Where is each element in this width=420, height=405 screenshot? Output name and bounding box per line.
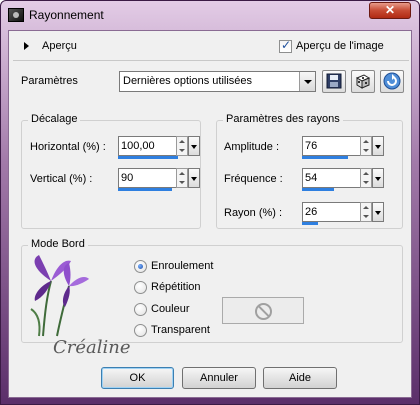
- radio-label-transparent[interactable]: Transparent: [151, 324, 210, 336]
- amplitude-spinner[interactable]: 76: [302, 136, 392, 160]
- amplitude-updown-arrows[interactable]: [360, 136, 372, 156]
- horizontal-input[interactable]: 100,00: [118, 136, 176, 156]
- divider: [13, 60, 409, 61]
- amplitude-input[interactable]: 76: [302, 136, 360, 156]
- window-title: Rayonnement: [29, 8, 104, 22]
- amplitude-value: 76: [305, 140, 318, 152]
- amplitude-level-bar[interactable]: [302, 156, 348, 159]
- horizontal-value: 100,00: [121, 140, 155, 152]
- radio-label-couleur[interactable]: Couleur: [151, 303, 190, 315]
- dice-icon: [355, 74, 371, 89]
- amplitude-label: Amplitude :: [224, 141, 280, 153]
- frequency-value: 54: [305, 172, 318, 184]
- expand-triangle-icon[interactable]: [24, 42, 29, 50]
- horizontal-slider-dropdown[interactable]: [188, 136, 200, 156]
- frequency-slider-dropdown[interactable]: [372, 168, 384, 188]
- radius-value: 26: [305, 206, 318, 218]
- radius-slider-dropdown[interactable]: [372, 202, 384, 222]
- frequency-spinner[interactable]: 54: [302, 168, 392, 192]
- vertical-value: 90: [121, 172, 134, 184]
- frequency-input[interactable]: 54: [302, 168, 360, 188]
- image-preview-label[interactable]: Aperçu de l'image: [296, 40, 384, 52]
- vertical-level-bar[interactable]: [118, 188, 172, 191]
- close-button[interactable]: ✕: [369, 2, 411, 19]
- vertical-spinner[interactable]: 90: [118, 168, 208, 192]
- edge-color-swatch[interactable]: [222, 297, 304, 324]
- rays-legend: Paramètres des rayons: [223, 113, 343, 125]
- title-bar[interactable]: Rayonnement ✕: [1, 1, 419, 29]
- vertical-input[interactable]: 90: [118, 168, 176, 188]
- vertical-slider-dropdown[interactable]: [188, 168, 200, 188]
- iris-flower-icon: [30, 255, 89, 337]
- radius-updown-arrows[interactable]: [360, 202, 372, 222]
- frequency-level-bar[interactable]: [302, 188, 334, 191]
- presets-value: Dernières options utilisées: [123, 75, 253, 87]
- reset-arrow-icon: [383, 72, 401, 90]
- presets-dropdown[interactable]: Dernières options utilisées: [119, 71, 316, 92]
- app-icon: [8, 8, 24, 22]
- vertical-updown-arrows[interactable]: [176, 168, 188, 188]
- chevron-down-icon[interactable]: [299, 72, 315, 91]
- no-entry-icon: [255, 303, 272, 320]
- radio-label-repetition[interactable]: Répétition: [151, 281, 201, 293]
- offset-legend: Décalage: [28, 113, 81, 125]
- horizontal-spinner[interactable]: 100,00: [118, 136, 208, 160]
- preview-label[interactable]: Aperçu: [42, 40, 77, 52]
- radius-input[interactable]: 26: [302, 202, 360, 222]
- vertical-label: Vertical (%) :: [30, 173, 93, 185]
- horizontal-updown-arrows[interactable]: [176, 136, 188, 156]
- horizontal-level-bar[interactable]: [118, 156, 178, 159]
- creaLine-watermark: Créaline: [30, 255, 131, 358]
- radius-level-bar[interactable]: [302, 222, 318, 225]
- amplitude-slider-dropdown[interactable]: [372, 136, 384, 156]
- reset-default-button[interactable]: [380, 70, 404, 93]
- ok-button[interactable]: OK: [101, 367, 174, 389]
- help-button[interactable]: Aide: [263, 367, 337, 389]
- frequency-updown-arrows[interactable]: [360, 168, 372, 188]
- frequency-label: Fréquence :: [224, 173, 283, 185]
- dialog-window: Rayonnement ✕ Aperçu Aperçu de l'image P…: [0, 0, 420, 405]
- random-parameters-button[interactable]: [351, 70, 375, 93]
- radius-spinner[interactable]: 26: [302, 202, 392, 226]
- watermark-signature: Créaline: [53, 337, 131, 358]
- radio-label-enroulement[interactable]: Enroulement: [151, 260, 213, 272]
- floppy-disk-icon: [326, 73, 342, 89]
- horizontal-label: Horizontal (%) :: [30, 141, 106, 153]
- preview-row: Aperçu Aperçu de l'image: [18, 38, 402, 56]
- presets-label: Paramètres: [21, 75, 78, 87]
- save-preset-button[interactable]: [322, 70, 346, 93]
- radius-label: Rayon (%) :: [224, 207, 283, 219]
- cancel-button[interactable]: Annuler: [182, 367, 256, 389]
- image-preview-checkbox[interactable]: [279, 38, 292, 53]
